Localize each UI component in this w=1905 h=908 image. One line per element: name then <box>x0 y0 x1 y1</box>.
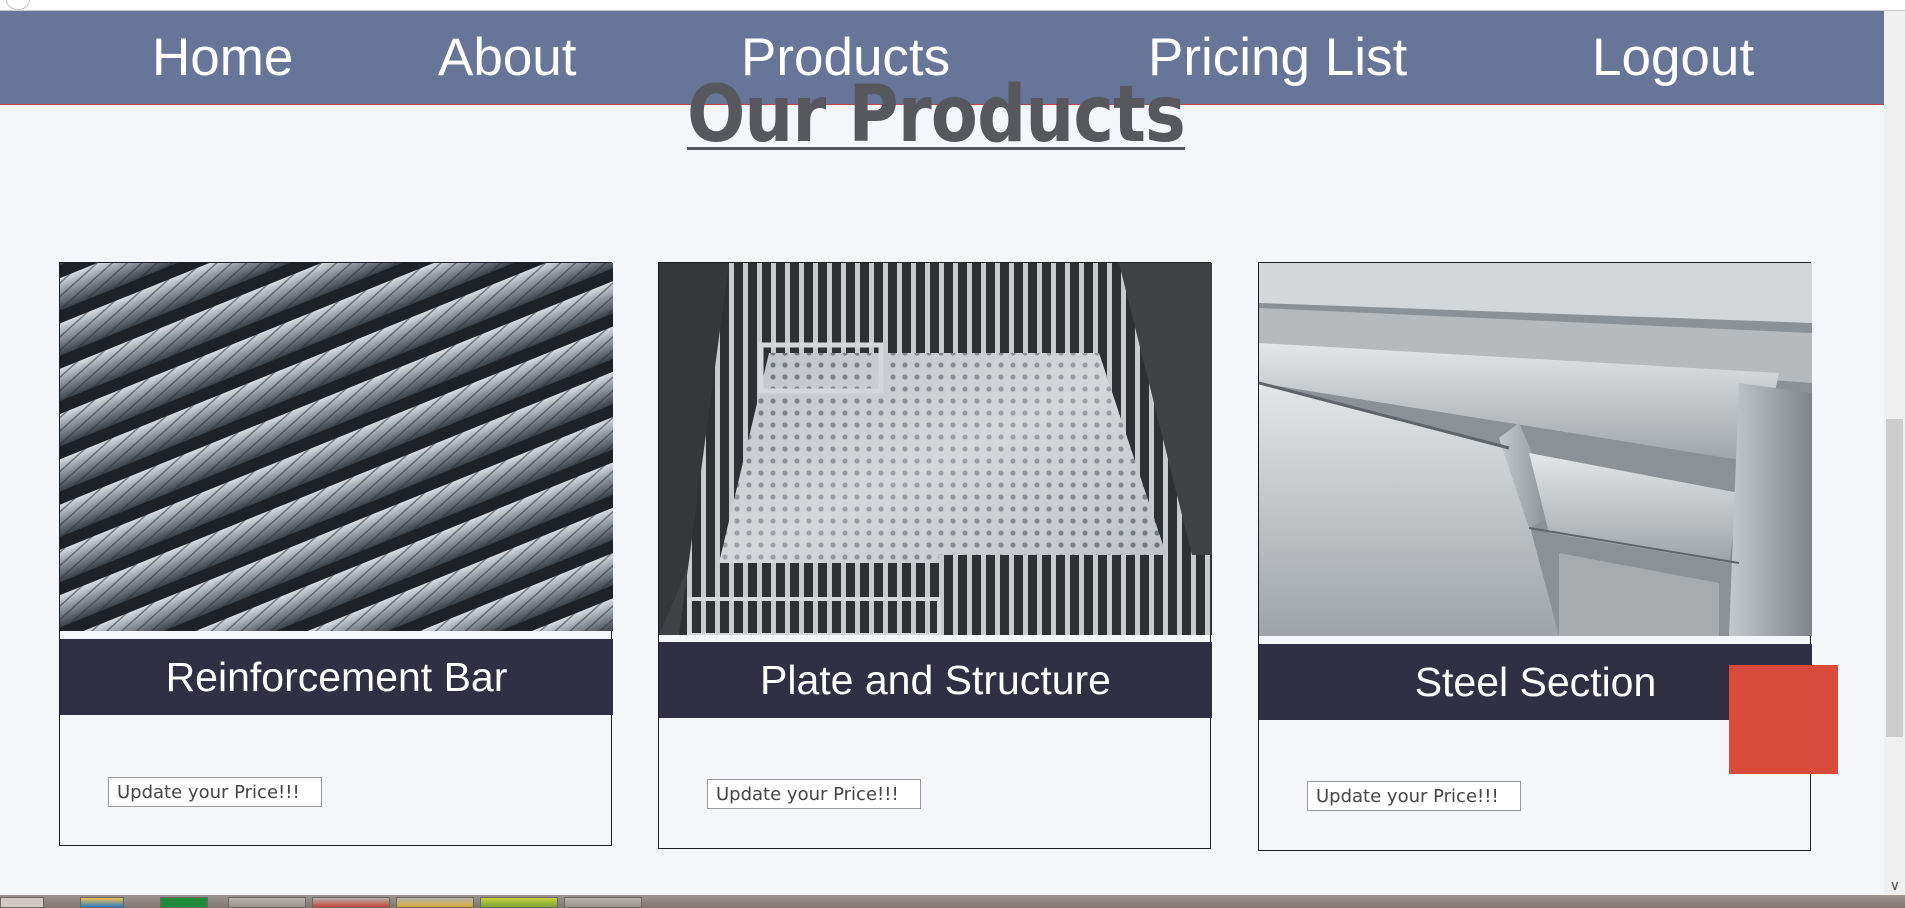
page-scrollbar[interactable]: ∨ <box>1884 11 1905 896</box>
page-title: Our Products <box>0 76 1872 154</box>
browser-top-bar <box>0 0 1905 11</box>
scroll-down-arrow-icon[interactable]: ∨ <box>1890 878 1900 892</box>
steel-angle-image <box>1259 263 1812 636</box>
product-title-reinforcement-bar: Reinforcement Bar <box>60 639 613 715</box>
taskbar-browser2-icon[interactable] <box>480 897 558 908</box>
taskbar-browser-icon[interactable] <box>80 897 124 908</box>
taskbar-app-icon[interactable] <box>160 897 208 908</box>
update-price-input-plate-and-structure[interactable] <box>707 779 921 809</box>
scrollbar-thumb[interactable] <box>1886 419 1903 737</box>
start-button[interactable] <box>0 897 44 908</box>
browser-tab-edge <box>6 0 30 10</box>
taskbar-chrome-icon[interactable] <box>312 897 390 908</box>
page-title-text: Our Products <box>686 70 1186 160</box>
taskbar-explorer-icon[interactable] <box>396 897 474 908</box>
product-card-plate-and-structure: Plate and Structure <box>658 262 1212 849</box>
rebar-image <box>60 263 613 631</box>
product-card-reinforcement-bar: Reinforcement Bar <box>59 262 613 846</box>
update-price-input-reinforcement-bar[interactable] <box>108 777 322 807</box>
update-price-input-steel-section[interactable] <box>1307 781 1521 811</box>
os-taskbar <box>0 895 1905 908</box>
steel-grating-image <box>659 263 1212 635</box>
taskbar-window-icon[interactable] <box>564 897 642 908</box>
taskbar-ie-icon[interactable] <box>228 897 306 908</box>
product-title-plate-and-structure: Plate and Structure <box>659 642 1212 718</box>
floating-red-square <box>1729 665 1838 774</box>
